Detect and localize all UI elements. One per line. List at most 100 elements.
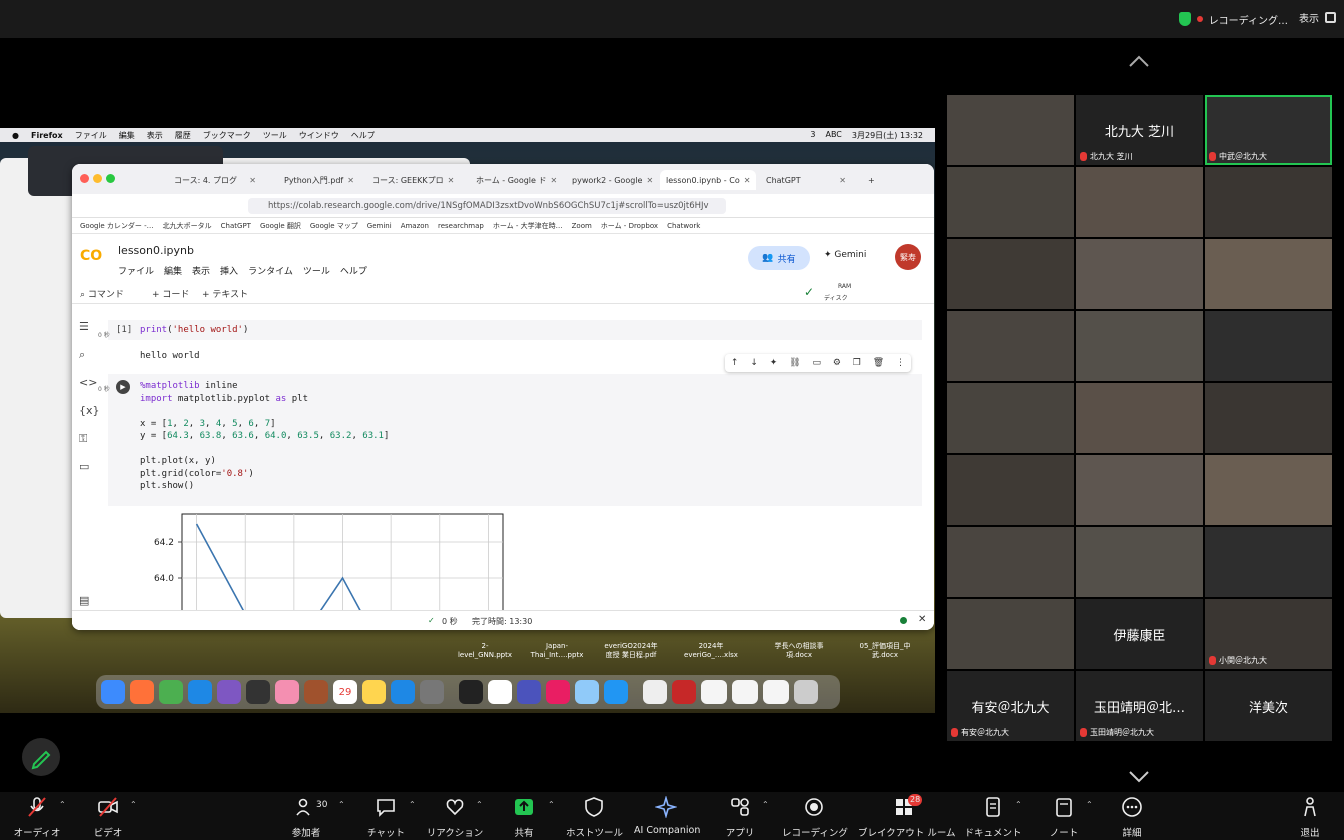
- bookmark[interactable]: ChatGPT: [221, 222, 251, 230]
- ai-companion-button[interactable]: AI Companion: [634, 792, 700, 840]
- add-code-button[interactable]: + コード: [152, 287, 189, 300]
- participant-tile[interactable]: [1205, 527, 1332, 597]
- recording-indicator[interactable]: レコーディング…: [1178, 10, 1288, 28]
- menu-item[interactable]: 表示: [147, 130, 163, 141]
- bookmark[interactable]: Google マップ: [310, 221, 358, 231]
- host-tools-button[interactable]: ホストツール: [566, 792, 623, 840]
- menu-item[interactable]: 履歴: [175, 130, 191, 141]
- document-icon[interactable]: [763, 680, 789, 704]
- participant-tile[interactable]: 洋美次: [1205, 671, 1332, 741]
- apps-button[interactable]: アプリ: [722, 792, 758, 840]
- share-screen-button[interactable]: 共有: [506, 792, 542, 840]
- bookmark[interactable]: ホーム - 大学津在時…: [493, 221, 563, 231]
- chevron-up-icon[interactable]: ⌃: [338, 800, 345, 809]
- move-down-icon[interactable]: ↓: [750, 358, 758, 368]
- browser-tab[interactable]: pywork2 - Google ✕: [566, 170, 656, 190]
- move-up-icon[interactable]: ↑: [731, 358, 739, 368]
- participant-tile[interactable]: [947, 599, 1074, 669]
- new-tab-icon[interactable]: +: [862, 170, 882, 190]
- chevron-up-icon[interactable]: [1128, 54, 1150, 68]
- notes-icon[interactable]: [362, 680, 386, 704]
- variables-icon[interactable]: {x}: [79, 404, 100, 417]
- apple-icon[interactable]: ●: [12, 131, 19, 140]
- chat-button[interactable]: チャット: [366, 792, 406, 840]
- browser-icon[interactable]: [575, 680, 599, 704]
- participant-tile[interactable]: [1205, 167, 1332, 237]
- participant-tile[interactable]: [947, 239, 1074, 309]
- folder-icon[interactable]: ▭: [79, 460, 92, 473]
- close-icon[interactable]: ✕: [551, 176, 558, 185]
- avatar[interactable]: 緊寿: [895, 244, 921, 270]
- bookmark[interactable]: Google 翻訳: [260, 221, 301, 231]
- code-icon[interactable]: <>: [79, 376, 97, 389]
- participant-tile[interactable]: [947, 311, 1074, 381]
- teams-icon[interactable]: [517, 680, 541, 704]
- video-button[interactable]: ビデオ: [88, 792, 128, 840]
- close-icon[interactable]: ✕: [249, 176, 256, 185]
- terminal-icon[interactable]: [459, 680, 483, 704]
- chevron-down-icon[interactable]: [1128, 770, 1150, 784]
- participant-tile[interactable]: [1205, 455, 1332, 525]
- code-cell-2[interactable]: ▶ %matplotlib inline import matplotlib.p…: [108, 374, 922, 506]
- participant-tile[interactable]: [1076, 311, 1203, 381]
- participant-tile[interactable]: [947, 383, 1074, 453]
- menu-item[interactable]: ヘルプ: [351, 130, 375, 141]
- menu-item[interactable]: ファイル: [75, 130, 107, 141]
- participant-tile[interactable]: [947, 95, 1074, 165]
- chevron-up-icon[interactable]: ⌃: [130, 800, 137, 809]
- settings-icon[interactable]: ⚙: [833, 358, 841, 368]
- participant-tile[interactable]: [1076, 167, 1203, 237]
- app-name[interactable]: Firefox: [31, 131, 63, 140]
- acrobat-icon[interactable]: [672, 680, 696, 704]
- bookmark[interactable]: ホーム - Dropbox: [601, 221, 658, 231]
- close-icon[interactable]: ✕: [448, 176, 455, 185]
- participant-tile[interactable]: [947, 455, 1074, 525]
- participant-tile[interactable]: [1076, 383, 1203, 453]
- app-store-icon[interactable]: [391, 680, 415, 704]
- bookmark[interactable]: Google カレンダー -…: [80, 221, 154, 231]
- chevron-up-icon[interactable]: ⌃: [1086, 800, 1093, 809]
- menu-item[interactable]: 挿入: [220, 264, 238, 277]
- minimize-window-icon[interactable]: [93, 174, 102, 183]
- command-search[interactable]: ⌕ コマンド: [80, 287, 124, 300]
- menu-item[interactable]: ツール: [303, 264, 330, 277]
- more-button[interactable]: 詳細: [1114, 792, 1150, 840]
- settings-icon[interactable]: [420, 680, 444, 704]
- bookmark[interactable]: Amazon: [401, 222, 429, 230]
- participant-tile[interactable]: 伊藤康臣: [1076, 599, 1203, 669]
- document-icon[interactable]: [732, 680, 758, 704]
- annotate-button[interactable]: [22, 738, 60, 776]
- firefox-icon[interactable]: [130, 680, 154, 704]
- leave-button[interactable]: 退出: [1292, 792, 1328, 840]
- add-text-button[interactable]: + テキスト: [202, 287, 248, 300]
- code-cell-1[interactable]: [1] print('hello world'): [108, 320, 922, 340]
- office-icon[interactable]: [488, 680, 512, 704]
- menu-item[interactable]: ウインドウ: [299, 130, 339, 141]
- document-icon[interactable]: [643, 680, 667, 704]
- menu-item[interactable]: 表示: [192, 264, 210, 277]
- participant-tile[interactable]: [1076, 527, 1203, 597]
- participant-tile[interactable]: [1076, 239, 1203, 309]
- terminal-icon[interactable]: ▤: [79, 594, 92, 607]
- chrome-icon[interactable]: [159, 680, 183, 704]
- participant-tile[interactable]: [947, 527, 1074, 597]
- photos-icon[interactable]: [275, 680, 299, 704]
- chevron-up-icon[interactable]: ⌃: [476, 800, 483, 809]
- comment-icon[interactable]: ▭: [812, 358, 821, 368]
- bookmark[interactable]: researchmap: [438, 222, 484, 230]
- close-icon[interactable]: ✕: [646, 176, 653, 185]
- desktop-file[interactable]: Japan- Thai_Int….pptx: [527, 642, 587, 660]
- participants-button[interactable]: 30 参加者: [284, 792, 328, 840]
- close-icon[interactable]: ✕: [347, 176, 354, 185]
- menu-item[interactable]: ブックマーク: [203, 130, 251, 141]
- browser-tab-active[interactable]: lesson0.ipynb - Co ✕: [660, 170, 756, 190]
- zoom-app-icon[interactable]: [604, 680, 628, 704]
- browser-tab[interactable]: コース: 4. プログ ✕: [168, 170, 262, 190]
- toc-icon[interactable]: ☰: [79, 320, 92, 333]
- contacts-icon[interactable]: [304, 680, 328, 704]
- bookmark[interactable]: 北九大ポータル: [163, 221, 212, 231]
- safari-icon[interactable]: [188, 680, 212, 704]
- menu-item[interactable]: 編集: [164, 264, 182, 277]
- desktop-file[interactable]: 2- level_GNN.pptx: [455, 642, 515, 660]
- close-icon[interactable]: ✕: [839, 176, 846, 185]
